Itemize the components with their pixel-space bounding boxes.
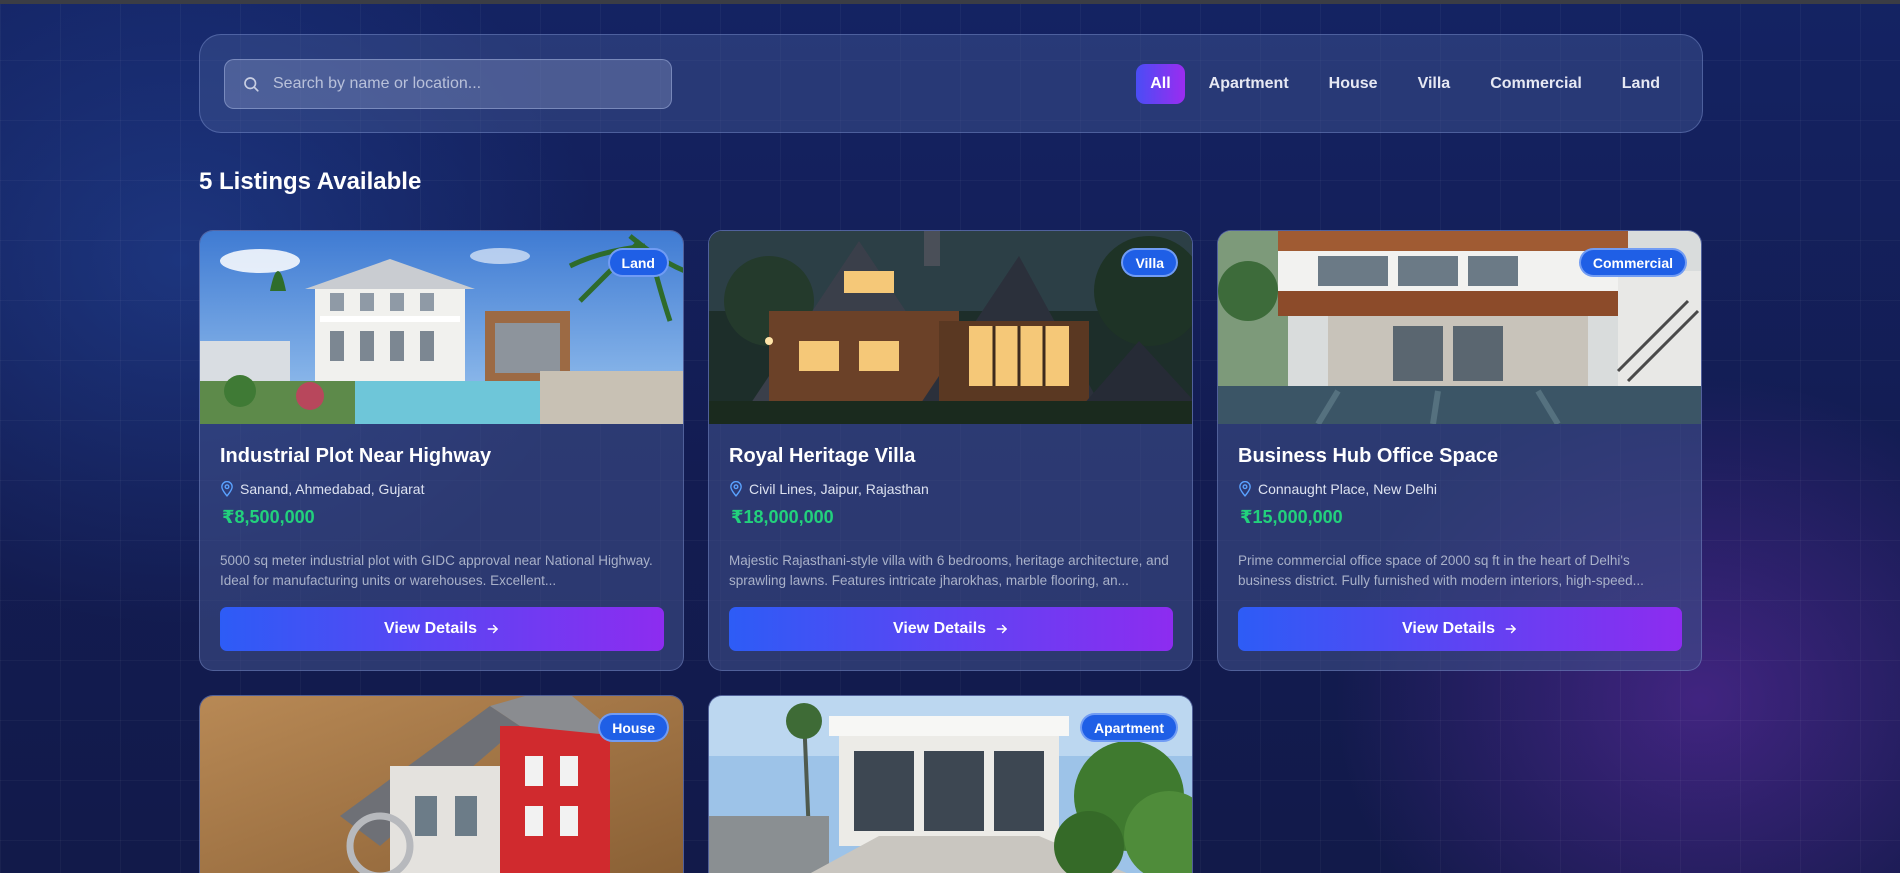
price-value: 8,500,000: [234, 507, 315, 527]
category-badge: House: [598, 713, 669, 742]
price-value: 15,000,000: [1252, 507, 1343, 527]
category-badge: Commercial: [1578, 248, 1687, 277]
view-details-label: View Details: [1401, 620, 1496, 637]
map-pin-icon: [221, 481, 233, 497]
listing-location: Civil Lines, Jaipur, Rajasthan: [729, 481, 929, 497]
filter-apartment[interactable]: Apartment: [1189, 64, 1309, 104]
view-details-label: View Details: [383, 620, 478, 637]
listing-card: Villa Royal Heritage Villa Civil Lines, …: [708, 230, 1193, 671]
listing-location: Connaught Place, New Delhi: [1238, 481, 1437, 497]
filter-bar: All Apartment House Villa Commercial Lan…: [199, 34, 1703, 133]
location-text: Sanand, Ahmedabad, Gujarat: [240, 481, 425, 497]
category-badge: Land: [607, 248, 669, 277]
listing-description: 5000 sq meter industrial plot with GIDC …: [220, 553, 653, 588]
location-text: Connaught Place, New Delhi: [1258, 481, 1437, 497]
listing-photo: House: [200, 696, 683, 873]
listing-title: Industrial Plot Near Highway: [220, 445, 492, 467]
filter-all[interactable]: All: [1136, 64, 1185, 104]
listing-card: Apartment: [708, 695, 1193, 873]
window-top-strip: [0, 0, 1900, 4]
listing-price: ₹8,500,000: [222, 507, 315, 528]
listing-photo: Land: [200, 231, 683, 424]
filter-house[interactable]: House: [1309, 64, 1398, 104]
view-details-button[interactable]: View Details: [729, 607, 1173, 651]
listing-price: ₹15,000,000: [1240, 507, 1343, 528]
listing-photo: Commercial: [1218, 231, 1701, 424]
filter-commercial[interactable]: Commercial: [1470, 64, 1602, 104]
location-text: Civil Lines, Jaipur, Rajasthan: [749, 481, 929, 497]
filter-villa[interactable]: Villa: [1398, 64, 1471, 104]
listing-title: Royal Heritage Villa: [729, 445, 916, 467]
search-box[interactable]: [224, 59, 672, 109]
listing-card: Land Industrial Plot Near Highway Sanand…: [199, 230, 684, 671]
price-value: 18,000,000: [743, 507, 834, 527]
view-details-button[interactable]: View Details: [1238, 607, 1682, 651]
arrow-right-icon: [487, 624, 498, 634]
search-input[interactable]: [273, 75, 653, 93]
category-filters: All Apartment House Villa Commercial Lan…: [1136, 64, 1702, 104]
listing-description: Prime commercial office space of 2000 sq…: [1238, 553, 1644, 588]
search-icon: [244, 77, 259, 92]
listing-description: Majestic Rajasthani-style villa with 6 b…: [729, 553, 1169, 588]
listing-location: Sanand, Ahmedabad, Gujarat: [220, 481, 424, 497]
arrow-right-icon: [996, 624, 1007, 634]
listing-photo: Apartment: [709, 696, 1192, 873]
view-details-button[interactable]: View Details: [220, 607, 664, 651]
category-badge: Villa: [1121, 248, 1178, 277]
filter-land[interactable]: Land: [1602, 64, 1680, 104]
listing-photo: Villa: [709, 231, 1192, 424]
listing-card: House: [199, 695, 684, 873]
rupee-icon: ₹: [1240, 507, 1253, 527]
rupee-icon: ₹: [731, 507, 744, 527]
rupee-icon: ₹: [222, 507, 235, 527]
listing-title: Business Hub Office Space: [1238, 445, 1499, 467]
listing-price: ₹18,000,000: [731, 507, 834, 528]
map-pin-icon: [730, 481, 742, 497]
listings-count: 5 Listings Available: [199, 168, 422, 195]
category-badge: Apartment: [1079, 713, 1178, 742]
map-pin-icon: [1239, 481, 1251, 497]
listing-card: Commercial Business Hub Office Space Con…: [1217, 230, 1702, 671]
view-details-label: View Details: [892, 620, 987, 637]
arrow-right-icon: [1505, 624, 1516, 634]
